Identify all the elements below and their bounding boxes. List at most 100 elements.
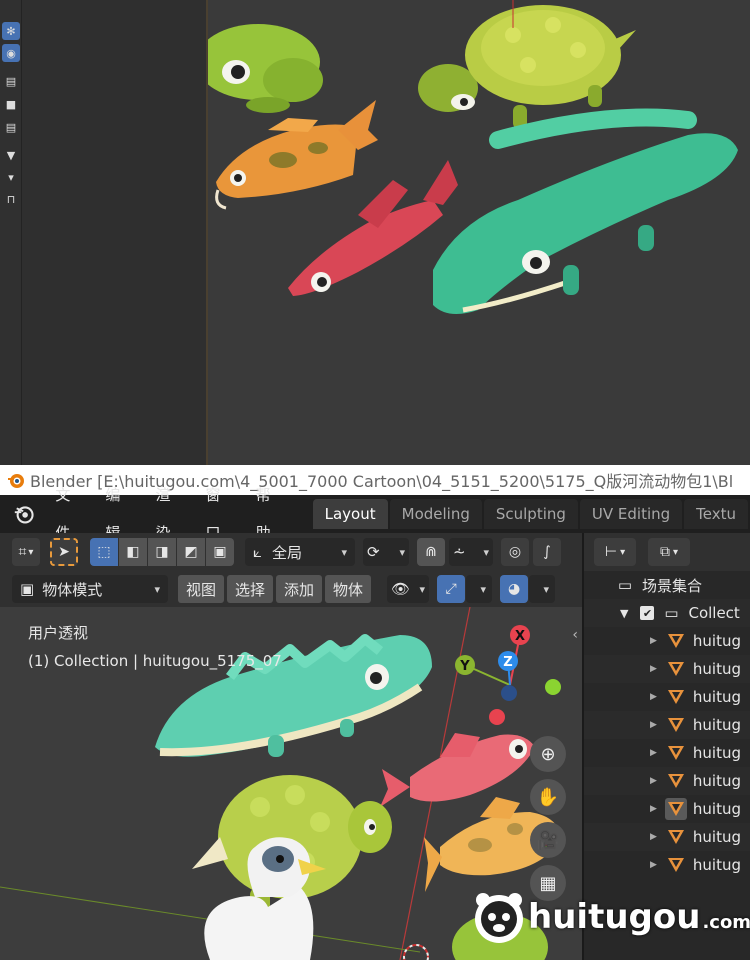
eye-icon: 👁 — [391, 580, 411, 598]
select-invert-icon: ◩ — [184, 544, 198, 560]
previous-window: ✻ ◉ ▤ ■ ▤ ▼ ▾ ⊓ — [0, 0, 750, 465]
transform-orientation-dropdown[interactable]: ⟀ 全局 ▾ — [245, 538, 355, 566]
collection-row[interactable]: ▼ ✔ ▭ Collect — [584, 599, 750, 627]
filter-dropdown[interactable]: ⧉ ▾ — [648, 538, 690, 566]
mesh-object-icon — [665, 658, 687, 680]
outliner-header: ⊢ ▾ ⧉ ▾ — [584, 533, 750, 571]
outliner-object-list: ▶ huitug ▶ huitug ▶ huitug ▶ huitug ▶ huitug … — [584, 627, 750, 879]
camera-view-button[interactable]: 🎥 — [530, 822, 566, 858]
expand-arrow-icon[interactable]: ▶ — [650, 832, 657, 842]
chevron-down-icon: ▾ — [543, 582, 550, 596]
scene-collection-label: 场景集合 — [642, 576, 703, 595]
list-item[interactable]: ▶ huitug — [584, 683, 750, 711]
tab-uv-editing[interactable]: UV Editing — [579, 499, 683, 529]
visibility-tab-icon[interactable]: ◉ — [2, 44, 20, 62]
mesh-object-icon — [665, 854, 687, 876]
list-item[interactable]: ▶ huitug — [584, 823, 750, 851]
list-item[interactable]: ▶ huitug — [584, 851, 750, 879]
menu-add[interactable]: 添加 — [276, 575, 323, 603]
select-new-button[interactable]: ⬚ — [90, 538, 118, 566]
selection-mode-group: ⬚ ◧ ◨ ◩ ▣ — [90, 538, 235, 566]
material-tab-icon[interactable]: ■ — [2, 95, 20, 113]
menu-view[interactable]: 视图 — [178, 575, 225, 603]
collection-info-label: (1) Collection | huitugou_5175_07 — [28, 652, 282, 670]
gizmo-neg-z-icon[interactable] — [501, 685, 517, 701]
constraint-tab-icon[interactable]: ⊓ — [2, 190, 20, 208]
cursor-axes-icon: ⌗ — [18, 544, 27, 560]
image-filter-icon: ⧉ — [659, 544, 670, 560]
watermark-suffix: .com — [702, 911, 750, 933]
transform-orientation-value: 全局 — [272, 543, 303, 562]
expand-arrow-icon[interactable]: ▶ — [650, 720, 657, 730]
list-item[interactable]: ▶ huitug — [584, 739, 750, 767]
object-label: huitug — [692, 688, 742, 706]
tab-texture-paint[interactable]: Textu — [684, 499, 749, 529]
list-item[interactable]: ▶ huitug — [584, 767, 750, 795]
expand-arrow-icon[interactable]: ▶ — [650, 692, 657, 702]
display-mode-dropdown[interactable]: ⊢ ▾ — [594, 538, 636, 566]
mesh-object-icon — [664, 798, 687, 820]
top-3d-viewport[interactable] — [208, 0, 750, 465]
gizmo-dropdown[interactable]: ▾ — [466, 575, 493, 603]
object-label: huitug — [692, 772, 742, 790]
expand-arrow-icon[interactable]: ▶ — [650, 776, 657, 786]
expand-arrow-icon[interactable]: ▶ — [650, 748, 657, 758]
chevron-down-icon: ▾ — [154, 582, 160, 596]
zoom-button[interactable]: ⊕ — [530, 736, 566, 772]
expand-arrow-icon[interactable]: ▶ — [650, 664, 657, 674]
texture-tab-icon[interactable]: ▤ — [2, 118, 20, 136]
list-item[interactable]: ▶ huitug — [584, 711, 750, 739]
list-item[interactable]: ▶ huitug — [584, 627, 750, 655]
interaction-mode-dropdown[interactable]: ▣ 物体模式 ▾ — [12, 575, 168, 603]
falloff-button[interactable]: ∫ — [533, 538, 561, 566]
scene-collection-row[interactable]: ▭ 场景集合 — [584, 571, 750, 599]
object-label: huitug — [692, 828, 742, 846]
funnel-tab-icon[interactable]: ▾ — [2, 168, 20, 186]
chevron-down-icon: ▾ — [341, 545, 347, 559]
blender-menu-icon[interactable] — [12, 501, 36, 527]
orientation-axes-icon: ⟀ — [253, 543, 262, 561]
navigation-gizmo[interactable]: X Y Z — [455, 625, 561, 725]
pan-button[interactable]: ✋ — [530, 779, 566, 815]
chevron-down-icon: ▾ — [672, 546, 679, 558]
select-subtract-button[interactable]: ◨ — [148, 538, 176, 566]
physics-tab-icon[interactable]: ✻ — [2, 22, 20, 40]
gizmo-x-label: X — [515, 629, 525, 644]
sidebar-toggle-icon[interactable]: ‹ — [572, 627, 578, 643]
filter-tab-icon[interactable]: ▼ — [2, 146, 20, 164]
gizmo-neg-x-icon[interactable] — [489, 709, 505, 725]
mesh-object-icon — [665, 714, 687, 736]
overlay-dropdown[interactable]: ▾ — [529, 575, 556, 603]
menu-object[interactable]: 物体 — [325, 575, 372, 603]
gizmo-neg-y-icon[interactable] — [545, 679, 561, 695]
collection-box-icon: ▭ — [617, 576, 633, 594]
list-item[interactable]: ▶ huitug — [584, 655, 750, 683]
data-tab-icon[interactable]: ▤ — [2, 72, 20, 90]
zoom-magnifier-icon: ⊕ — [540, 743, 556, 765]
menu-select[interactable]: 选择 — [227, 575, 274, 603]
editor-type-button[interactable]: ⌗ ▾ — [12, 538, 40, 566]
expand-arrow-icon[interactable]: ▼ — [620, 607, 628, 620]
workspace-tabs: Layout Modeling Sculpting UV Editing Tex… — [312, 499, 750, 529]
tab-modeling[interactable]: Modeling — [389, 499, 482, 529]
pivot-icon: ⟳ — [367, 543, 380, 561]
select-intersect-button[interactable]: ▣ — [206, 538, 234, 566]
select-extend-button[interactable]: ◧ — [119, 538, 147, 566]
select-tool-button[interactable]: ➤ — [50, 538, 78, 566]
gizmo-toggle-button[interactable]: ⤢ — [437, 575, 466, 603]
list-item[interactable]: ▶ huitug — [584, 795, 750, 823]
tab-sculpting[interactable]: Sculpting — [483, 499, 578, 529]
expand-arrow-icon[interactable]: ▶ — [650, 860, 657, 870]
proportional-edit-button[interactable]: ◎ — [501, 538, 529, 566]
select-invert-button[interactable]: ◩ — [177, 538, 205, 566]
visibility-dropdown[interactable]: 👁 ▾ — [387, 575, 430, 603]
checkbox-icon[interactable]: ✔ — [640, 606, 655, 620]
expand-arrow-icon[interactable]: ▶ — [650, 804, 657, 814]
tab-layout[interactable]: Layout — [312, 499, 388, 529]
snap-target-dropdown[interactable]: ⩪ ▾ — [449, 538, 493, 566]
overlay-toggle-button[interactable]: ◕ — [500, 575, 529, 603]
snap-toggle-button[interactable]: ⋒ — [417, 538, 445, 566]
expand-arrow-icon[interactable]: ▶ — [650, 636, 657, 646]
select-new-icon: ⬚ — [97, 544, 111, 560]
pivot-point-dropdown[interactable]: ⟳ ▾ — [363, 538, 409, 566]
